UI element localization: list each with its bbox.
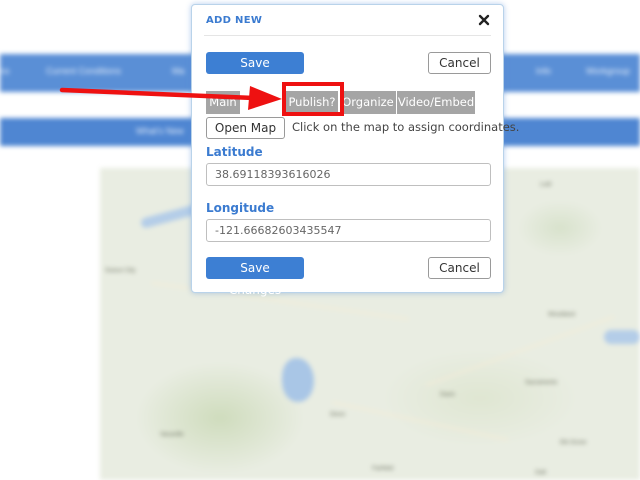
map-label: Elk Grove xyxy=(560,440,587,446)
save-changes-button-top[interactable]: Save Changes xyxy=(206,52,304,92)
save-changes-button-bottom[interactable]: Save Changes xyxy=(206,257,304,297)
dialog-title: ADD NEW xyxy=(206,15,263,26)
cancel-button-top[interactable]: Cancel xyxy=(428,52,491,74)
map-hint-text: Click on the map to assign coordinates. xyxy=(292,120,520,134)
highlight-box xyxy=(282,82,344,116)
map-label: Galt xyxy=(535,470,547,476)
close-icon[interactable] xyxy=(477,13,491,27)
map-label: Vacaville xyxy=(160,432,184,438)
nav-item: Info xyxy=(536,66,552,76)
subnav-item: What's New xyxy=(136,126,184,136)
map-label: Lodi xyxy=(540,182,552,188)
latitude-label: Latitude xyxy=(206,145,263,159)
tab-organize[interactable]: Organize xyxy=(340,91,396,114)
map-label: Sacramento xyxy=(525,380,558,386)
nav-item: Workgroup xyxy=(586,66,630,76)
map-label: Dixon xyxy=(330,412,346,418)
tab-video-embed[interactable]: Video/Embed xyxy=(397,91,475,114)
map-label: Suisun City xyxy=(105,268,136,274)
arrow-right-icon xyxy=(58,82,288,118)
add-new-dialog: ADD NEW Save Changes Cancel Main Publish… xyxy=(191,4,519,297)
title-divider xyxy=(204,35,491,36)
nav-item: Current Conditions xyxy=(46,66,122,76)
latitude-input[interactable]: 38.69118393616026 xyxy=(206,163,491,186)
nav-item: ns xyxy=(0,66,10,76)
map-lake xyxy=(282,358,314,402)
map-river xyxy=(604,330,640,344)
map-label: Woodland xyxy=(548,312,575,318)
nav-item: Ma xyxy=(172,66,185,76)
cancel-button-bottom[interactable]: Cancel xyxy=(428,257,491,279)
open-map-button[interactable]: Open Map xyxy=(206,117,285,139)
longitude-label: Longitude xyxy=(206,201,275,215)
map-label: Fairfield xyxy=(372,466,394,472)
longitude-input[interactable]: -121.66682603435547 xyxy=(206,219,491,242)
map-label: Davis xyxy=(440,392,456,398)
